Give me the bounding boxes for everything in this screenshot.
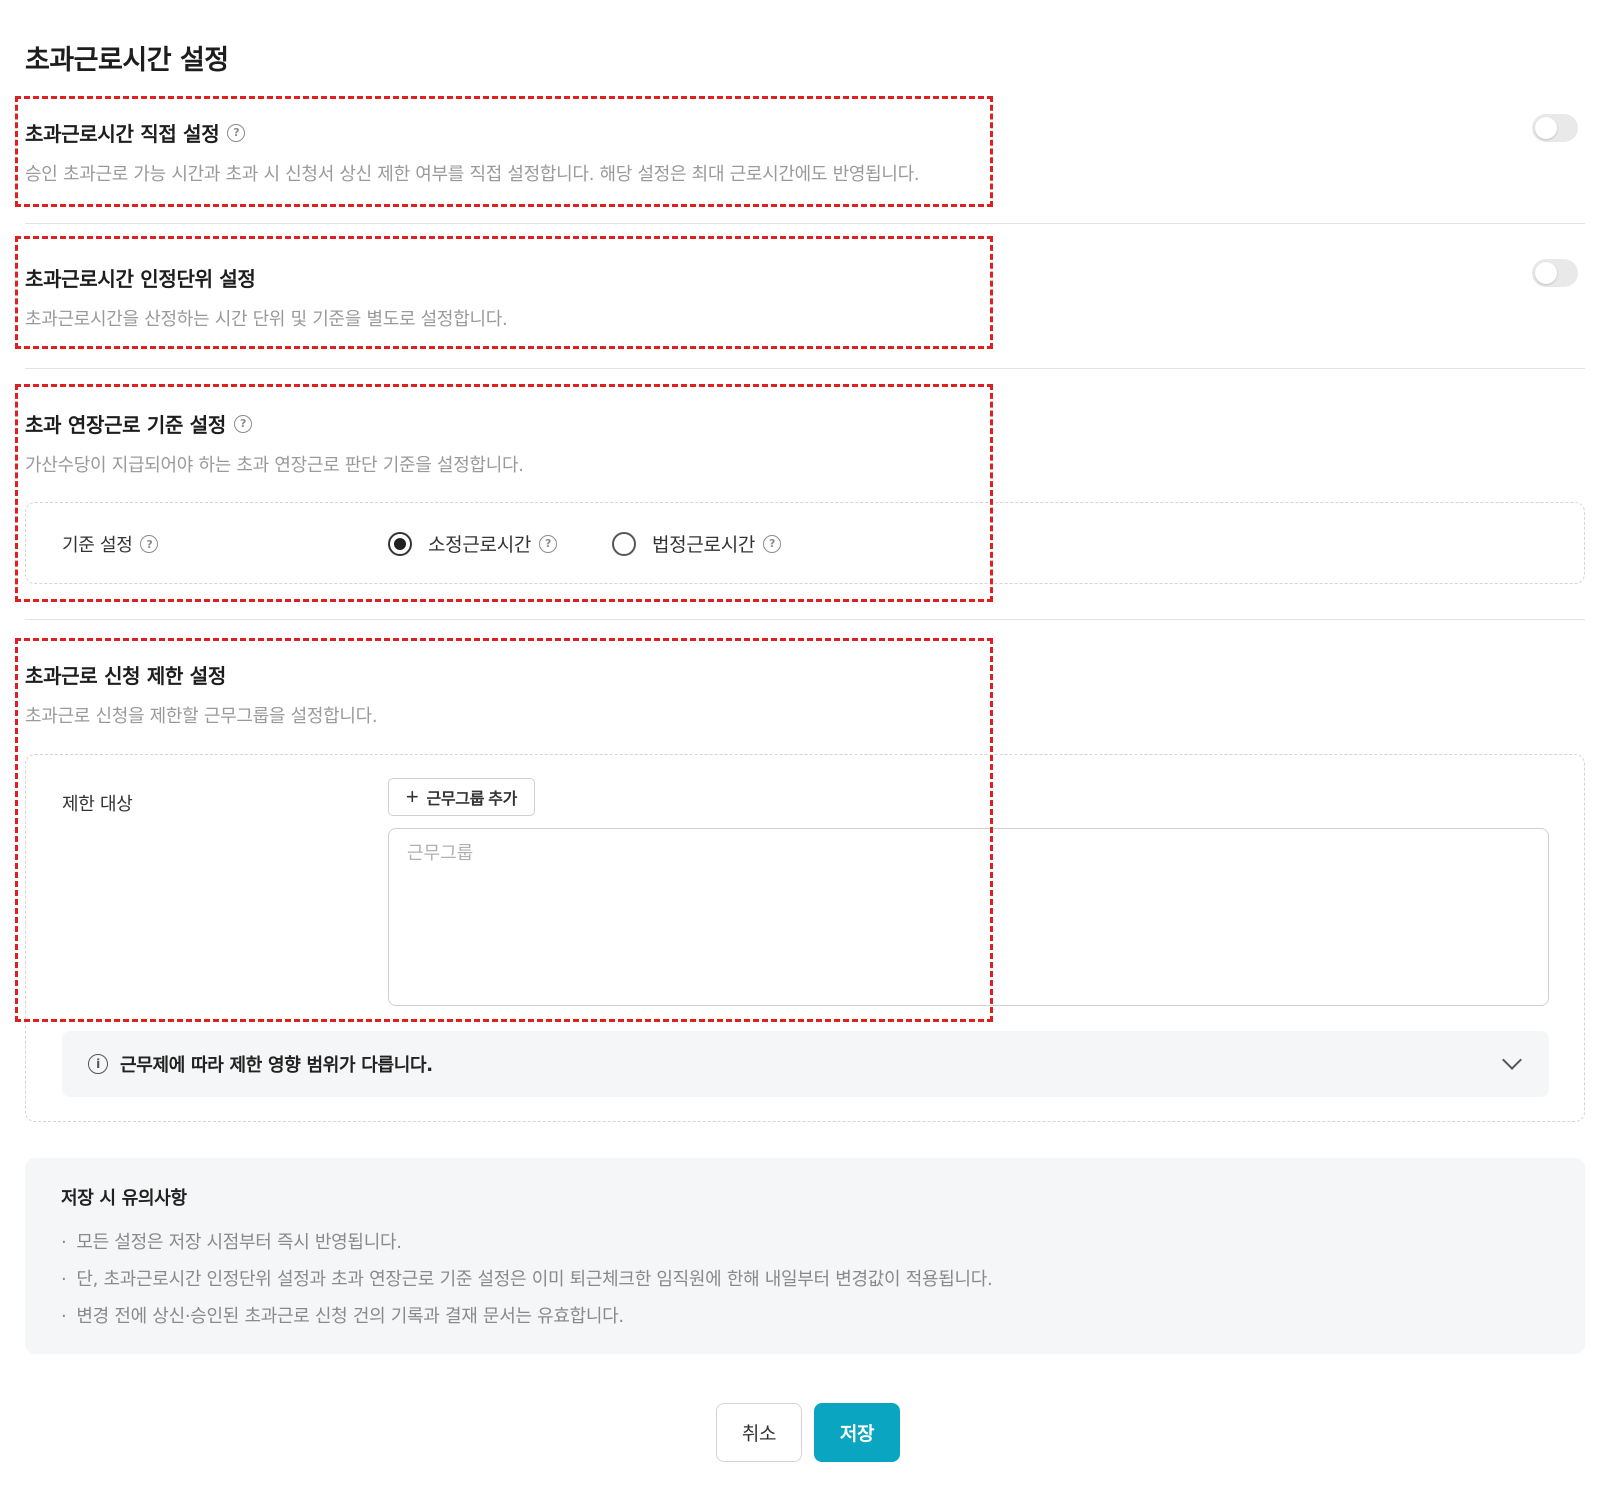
annotation-box-direct — [15, 96, 993, 207]
add-work-group-label: 근무그룹 추가 — [426, 791, 518, 808]
question-circle-icon[interactable]: ? — [227, 123, 246, 142]
divider — [25, 619, 1585, 620]
work-group-input[interactable] — [388, 828, 1549, 1006]
question-circle-icon[interactable]: ? — [539, 534, 558, 553]
section-desc-unit: 초과근로시간을 산정하는 시간 단위 및 기준을 별도로 설정합니다. — [25, 309, 508, 330]
section-title-criteria: 초과 연장근로 기준 설정 ? — [25, 409, 252, 438]
radio-statutory-label: 법정근로시간 — [652, 534, 756, 556]
restrict-field-label: 제한 대상 — [62, 790, 133, 816]
unit-setting-toggle[interactable] — [1532, 259, 1578, 287]
section-title-direct: 초과근로시간 직접 설정 ? — [25, 118, 246, 147]
section-title-unit: 초과근로시간 인정단위 설정 — [25, 263, 256, 292]
section-title-restrict: 초과근로 신청 제한 설정 — [25, 660, 226, 689]
toggle-knob — [1535, 262, 1557, 284]
toggle-knob — [1535, 117, 1557, 139]
section-title-unit-label: 초과근로시간 인정단위 설정 — [25, 267, 256, 291]
radio-prescribed-hours[interactable]: 소정근로시간 ? — [388, 530, 558, 557]
notice-title: 저장 시 유의사항 — [61, 1188, 187, 1209]
radio-statutory-hours[interactable]: 법정근로시간 ? — [612, 530, 782, 557]
section-desc-restrict: 초과근로 신청을 제한할 근무그룹을 설정합니다. — [25, 706, 378, 727]
save-button[interactable]: 저장 — [814, 1403, 900, 1462]
divider — [25, 368, 1585, 369]
restriction-info-text: 근무제에 따라 제한 영향 범위가 다릅니다. — [120, 1055, 433, 1076]
section-title-criteria-label: 초과 연장근로 기준 설정 — [25, 413, 226, 437]
section-title-direct-label: 초과근로시간 직접 설정 — [25, 122, 220, 146]
info-circle-icon: i — [88, 1054, 108, 1074]
restrict-field-label-text: 제한 대상 — [62, 794, 133, 815]
criteria-field-label-text: 기준 설정 — [62, 535, 133, 556]
criteria-field-label: 기준 설정 ? — [62, 531, 159, 557]
radio-circle[interactable] — [612, 531, 636, 556]
section-desc-direct: 승인 초과근로 가능 시간과 초과 시 신청서 상신 제한 여부를 직접 설정합… — [25, 164, 920, 185]
divider — [25, 223, 1585, 224]
direct-setting-toggle[interactable] — [1532, 114, 1578, 142]
notice-item: 단, 초과근로시간 인정단위 설정과 초과 연장근로 기준 설정은 이미 퇴근체… — [61, 1265, 992, 1291]
notice-item: 모든 설정은 저장 시점부터 즉시 반영됩니다. — [61, 1228, 402, 1254]
chevron-down-icon[interactable] — [1502, 1050, 1522, 1070]
notice-item: 변경 전에 상신·승인된 초과근로 신청 건의 기록과 결재 문서는 유효합니다… — [61, 1302, 624, 1328]
plus-icon: + — [405, 784, 419, 809]
question-circle-icon[interactable]: ? — [234, 414, 252, 433]
restriction-info-accordion[interactable]: i 근무제에 따라 제한 영향 범위가 다릅니다. — [62, 1031, 1549, 1097]
radio-prescribed-label: 소정근로시간 — [428, 534, 532, 556]
cancel-button[interactable]: 취소 — [716, 1403, 802, 1462]
question-circle-icon[interactable]: ? — [140, 535, 159, 553]
section-title-restrict-label: 초과근로 신청 제한 설정 — [25, 664, 226, 688]
radio-circle-checked[interactable] — [388, 531, 412, 556]
save-notice-panel: 저장 시 유의사항 모든 설정은 저장 시점부터 즉시 반영됩니다. 단, 초과… — [25, 1158, 1585, 1354]
annotation-box-unit — [15, 236, 993, 349]
page-title: 초과근로시간 설정 — [25, 45, 229, 76]
question-circle-icon[interactable]: ? — [763, 534, 782, 553]
add-work-group-button[interactable]: + 근무그룹 추가 — [388, 778, 535, 816]
criteria-box — [25, 502, 1585, 584]
section-desc-criteria: 가산수당이 지급되어야 하는 초과 연장근로 판단 기준을 설정합니다. — [25, 455, 524, 476]
